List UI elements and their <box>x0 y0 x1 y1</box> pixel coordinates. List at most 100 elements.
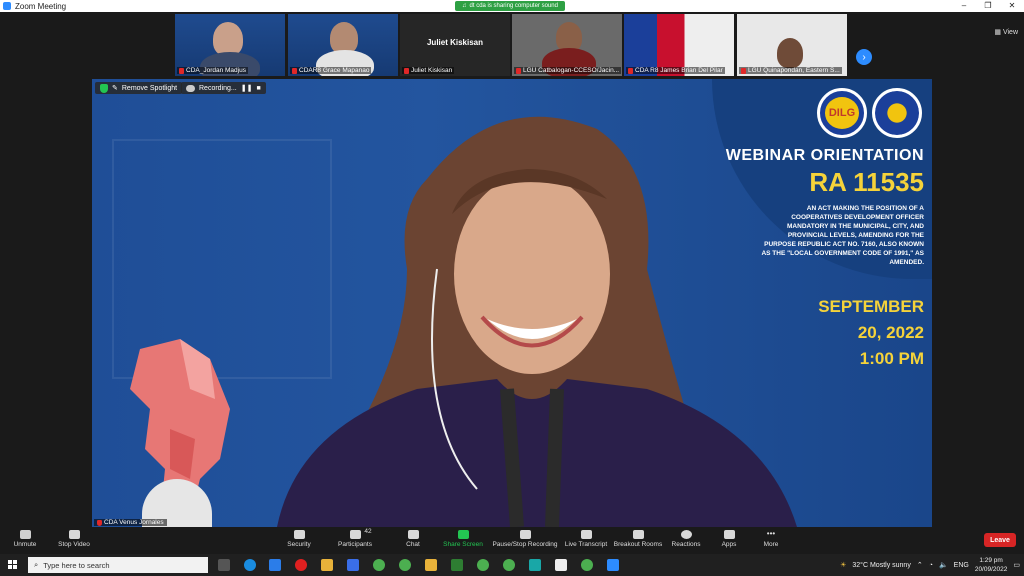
pause-recording-icon[interactable]: ❚❚ <box>241 84 253 92</box>
pause-stop-icon <box>519 530 531 539</box>
windows-taskbar: ⌕ Type here to search ☀ 32°C Mostly sunn… <box>0 554 1024 576</box>
network-icon[interactable]: ◔ <box>929 562 933 569</box>
live-transcript-button[interactable]: Live Transcript <box>563 530 609 548</box>
pin-icon: ✎ <box>112 85 118 92</box>
participants-icon <box>349 530 361 539</box>
speaker-figure <box>277 116 797 527</box>
edge-browser-icon[interactable] <box>244 559 256 571</box>
cda-seal-logo <box>872 88 922 138</box>
participant-thumbnail[interactable]: CDA R8 James Brian Del Pilar <box>624 14 734 76</box>
slide-time: 1:00 PM <box>859 349 924 368</box>
participant-face <box>213 22 243 56</box>
search-icon: ⌕ <box>34 560 39 569</box>
participant-thumbnail-strip: CDA_Jordan Madjus CDAR8 Grace Mapanao Ju… <box>0 12 1024 78</box>
participant-face <box>777 38 803 68</box>
chrome-icon-5[interactable] <box>581 559 593 571</box>
opera-icon[interactable] <box>295 559 307 571</box>
participant-name-label: CDAR8 Grace Mapanao <box>290 67 372 74</box>
zoom-taskbar-icon[interactable] <box>607 559 619 571</box>
participant-thumbnail[interactable]: CDA_Jordan Madjus <box>175 14 285 76</box>
muted-mic-icon <box>97 519 102 526</box>
sound-sharing-text: dt cda is sharing computer sound <box>469 3 558 9</box>
chrome-icon-2[interactable] <box>399 559 411 571</box>
stop-video-button[interactable]: Stop Video <box>55 530 93 548</box>
slide-date-line1: SEPTEMBER <box>818 297 924 316</box>
unmute-button[interactable]: Unmute <box>10 530 40 548</box>
share-screen-icon <box>457 530 469 539</box>
participants-count: 42 <box>364 528 372 535</box>
participant-center-name: Juliet Kiskisan <box>426 38 484 47</box>
dilg-logo: DILG <box>817 88 867 138</box>
taskbar-clock[interactable]: 1:29 pm 20/09/2022 <box>975 556 1008 574</box>
remove-spotlight-button[interactable]: ✎ Remove Spotlight <box>95 82 183 94</box>
share-screen-button[interactable]: Share Screen <box>442 530 484 548</box>
participant-name-label: LGU Catbalogan-CCESO/Jacin... <box>514 67 622 74</box>
participant-name-label: Juliet Kiskisan <box>402 67 455 74</box>
smiley-icon <box>680 530 692 539</box>
apps-icon <box>723 530 735 539</box>
participant-thumbnail[interactable]: LGU Catbalogan-CCESO/Jacin... <box>512 14 622 76</box>
security-button[interactable]: Security <box>284 530 314 548</box>
file-explorer-icon[interactable] <box>321 559 333 571</box>
notifications-icon[interactable]: ▭ <box>1013 561 1020 569</box>
closed-caption-icon <box>580 530 592 539</box>
slide-date-line2: 20, 2022 <box>857 323 924 342</box>
breakout-rooms-button[interactable]: Breakout Rooms <box>612 530 664 548</box>
chrome-icon-3[interactable] <box>477 559 489 571</box>
mail-icon[interactable] <box>269 559 281 571</box>
next-page-arrow-icon[interactable]: › <box>856 49 872 65</box>
reactions-button[interactable]: Reactions <box>670 530 702 548</box>
apps-button[interactable]: Apps <box>718 530 740 548</box>
minimize-button[interactable]: – <box>952 0 976 12</box>
spotlight-video: ✎ Remove Spotlight Recording... ❚❚ ■ DIL… <box>92 79 932 527</box>
participant-thumbnail[interactable]: Juliet Kiskisan Juliet Kiskisan <box>400 14 510 76</box>
close-button[interactable]: ✕ <box>1000 0 1024 12</box>
pause-stop-recording-button[interactable]: Pause/Stop Recording <box>490 530 560 548</box>
task-view-icon[interactable] <box>218 559 230 571</box>
more-button[interactable]: ••• More <box>760 529 782 549</box>
weather-text[interactable]: 32°C Mostly sunny <box>852 562 910 569</box>
chat-bubble-icon <box>407 530 419 539</box>
shield-icon <box>100 83 108 93</box>
windows-start-icon[interactable] <box>8 560 18 570</box>
app-icon[interactable] <box>529 559 541 571</box>
participant-name-label: CDA_Jordan Madjus <box>177 67 248 74</box>
shield-icon <box>293 530 305 539</box>
leave-button[interactable]: Leave <box>984 533 1016 547</box>
muted-mic-icon <box>179 67 184 74</box>
breakout-rooms-icon <box>632 530 644 539</box>
muted-mic-icon <box>404 67 409 74</box>
speaker-name-label: CDA Venus Jornales <box>94 519 167 526</box>
volume-icon[interactable]: 🔈 <box>939 561 948 569</box>
view-button[interactable]: ▦ View <box>994 28 1018 36</box>
tray-overflow-icon[interactable]: ⌃ <box>917 561 923 569</box>
participant-thumbnail[interactable]: CDAR8 Grace Mapanao <box>288 14 398 76</box>
participant-thumbnail[interactable]: LGU Quinapondan, Eastern S... <box>737 14 847 76</box>
window-title: Zoom Meeting <box>15 1 67 11</box>
more-dots-icon: ••• <box>766 529 776 538</box>
muted-mic-icon <box>292 67 297 74</box>
sound-sharing-banner[interactable]: ♫ dt cda is sharing computer sound <box>455 1 565 11</box>
language-indicator[interactable]: ENG <box>954 562 969 569</box>
maximize-button[interactable]: ❐ <box>976 0 1000 12</box>
muted-mic-icon <box>628 67 633 74</box>
muted-mic-icon <box>741 67 746 74</box>
chrome-icon-4[interactable] <box>503 559 515 571</box>
participant-name-label: LGU Quinapondan, Eastern S... <box>739 67 842 74</box>
muted-mic-icon <box>516 67 521 74</box>
weather-icon: ☀ <box>840 562 847 569</box>
zoom-app-icon <box>3 2 11 10</box>
system-tray: ☀ 32°C Mostly sunny ⌃ ◔ 🔈 ENG 1:29 pm 20… <box>840 554 1020 576</box>
mic-off-icon <box>19 530 31 539</box>
store-icon[interactable] <box>347 559 359 571</box>
sound-icon: ♫ <box>462 3 467 9</box>
chat-button[interactable]: Chat <box>400 530 426 548</box>
taskbar-search-box[interactable]: ⌕ Type here to search <box>28 557 208 573</box>
folder-icon[interactable] <box>425 559 437 571</box>
window-controls: – ❐ ✕ <box>952 0 1024 12</box>
meeting-toolbar: Unmute Stop Video Security Participants … <box>0 527 1024 554</box>
excel-icon[interactable] <box>451 559 463 571</box>
stop-recording-icon[interactable]: ■ <box>256 85 260 92</box>
chrome-icon[interactable] <box>373 559 385 571</box>
app-icon-2[interactable] <box>555 559 567 571</box>
